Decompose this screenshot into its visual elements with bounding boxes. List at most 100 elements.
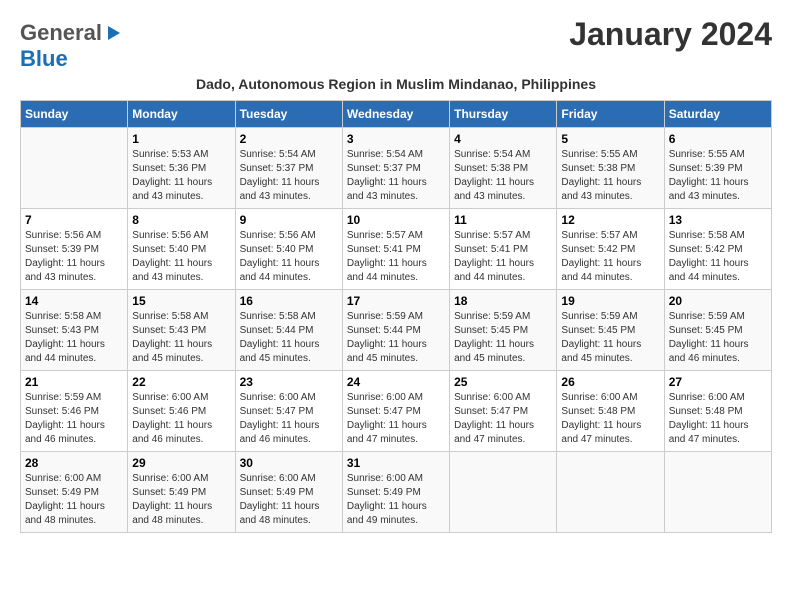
day-info: Sunrise: 6:00 AM Sunset: 5:49 PM Dayligh… [240,472,338,528]
day-number: 4 [454,132,552,146]
calendar-body: 1 Sunrise: 5:53 AM Sunset: 5:36 PM Daylig… [21,128,772,533]
day-number: 3 [347,132,445,146]
day-info: Sunrise: 6:00 AM Sunset: 5:47 PM Dayligh… [240,391,338,447]
day-number: 16 [240,294,338,308]
day-info: Sunrise: 5:59 AM Sunset: 5:45 PM Dayligh… [669,310,767,366]
logo: General Blue [20,20,122,72]
calendar-cell: 16 Sunrise: 5:58 AM Sunset: 5:44 PM Dayli… [235,290,342,371]
day-number: 6 [669,132,767,146]
calendar-cell: 23 Sunrise: 6:00 AM Sunset: 5:47 PM Dayli… [235,371,342,452]
day-number: 9 [240,213,338,227]
header-cell-sunday: Sunday [21,101,128,128]
day-number: 13 [669,213,767,227]
day-info: Sunrise: 5:58 AM Sunset: 5:42 PM Dayligh… [669,229,767,285]
day-info: Sunrise: 5:54 AM Sunset: 5:37 PM Dayligh… [240,148,338,204]
header-cell-tuesday: Tuesday [235,101,342,128]
day-info: Sunrise: 6:00 AM Sunset: 5:48 PM Dayligh… [561,391,659,447]
calendar-cell [450,452,557,533]
calendar-cell: 3 Sunrise: 5:54 AM Sunset: 5:37 PM Daylig… [342,128,449,209]
day-number: 22 [132,375,230,389]
day-info: Sunrise: 5:57 AM Sunset: 5:41 PM Dayligh… [347,229,445,285]
day-info: Sunrise: 6:00 AM Sunset: 5:47 PM Dayligh… [347,391,445,447]
calendar-cell: 15 Sunrise: 5:58 AM Sunset: 5:43 PM Dayli… [128,290,235,371]
calendar-week-2: 7Sunrise: 5:56 AM Sunset: 5:39 PM Daylig… [21,209,772,290]
day-number: 2 [240,132,338,146]
day-info: Sunrise: 5:58 AM Sunset: 5:43 PM Dayligh… [25,310,123,366]
day-info: Sunrise: 5:54 AM Sunset: 5:37 PM Dayligh… [347,148,445,204]
day-number: 24 [347,375,445,389]
month-title: January 2024 [569,16,772,53]
calendar-week-5: 28Sunrise: 6:00 AM Sunset: 5:49 PM Dayli… [21,452,772,533]
calendar-header-row: SundayMondayTuesdayWednesdayThursdayFrid… [21,101,772,128]
header: General Blue January 2024 [20,16,772,72]
day-number: 1 [132,132,230,146]
day-number: 20 [669,294,767,308]
day-info: Sunrise: 5:59 AM Sunset: 5:45 PM Dayligh… [454,310,552,366]
calendar-cell: 7Sunrise: 5:56 AM Sunset: 5:39 PM Daylig… [21,209,128,290]
day-info: Sunrise: 6:00 AM Sunset: 5:49 PM Dayligh… [132,472,230,528]
calendar-cell: 13 Sunrise: 5:58 AM Sunset: 5:42 PM Dayli… [664,209,771,290]
day-number: 11 [454,213,552,227]
day-info: Sunrise: 5:59 AM Sunset: 5:46 PM Dayligh… [25,391,123,447]
calendar-cell: 14Sunrise: 5:58 AM Sunset: 5:43 PM Dayli… [21,290,128,371]
day-info: Sunrise: 6:00 AM Sunset: 5:49 PM Dayligh… [347,472,445,528]
calendar-cell: 29 Sunrise: 6:00 AM Sunset: 5:49 PM Dayli… [128,452,235,533]
calendar-cell: 17Sunrise: 5:59 AM Sunset: 5:44 PM Dayli… [342,290,449,371]
day-number: 30 [240,456,338,470]
calendar-cell: 27 Sunrise: 6:00 AM Sunset: 5:48 PM Dayli… [664,371,771,452]
calendar-cell: 11Sunrise: 5:57 AM Sunset: 5:41 PM Dayli… [450,209,557,290]
day-info: Sunrise: 5:53 AM Sunset: 5:36 PM Dayligh… [132,148,230,204]
day-number: 23 [240,375,338,389]
calendar-cell [664,452,771,533]
day-number: 10 [347,213,445,227]
day-number: 26 [561,375,659,389]
header-cell-saturday: Saturday [664,101,771,128]
day-info: Sunrise: 5:54 AM Sunset: 5:38 PM Dayligh… [454,148,552,204]
calendar-cell: 24 Sunrise: 6:00 AM Sunset: 5:47 PM Dayli… [342,371,449,452]
calendar-cell: 12 Sunrise: 5:57 AM Sunset: 5:42 PM Dayli… [557,209,664,290]
day-info: Sunrise: 5:55 AM Sunset: 5:39 PM Dayligh… [669,148,767,204]
calendar-cell: 19Sunrise: 5:59 AM Sunset: 5:45 PM Dayli… [557,290,664,371]
day-number: 12 [561,213,659,227]
logo-icon [104,24,122,42]
calendar-cell: 20 Sunrise: 5:59 AM Sunset: 5:45 PM Dayli… [664,290,771,371]
calendar-cell [557,452,664,533]
day-number: 25 [454,375,552,389]
day-info: Sunrise: 6:00 AM Sunset: 5:49 PM Dayligh… [25,472,123,528]
day-info: Sunrise: 5:56 AM Sunset: 5:40 PM Dayligh… [240,229,338,285]
calendar-week-3: 14Sunrise: 5:58 AM Sunset: 5:43 PM Dayli… [21,290,772,371]
calendar-cell: 26 Sunrise: 6:00 AM Sunset: 5:48 PM Dayli… [557,371,664,452]
day-number: 29 [132,456,230,470]
calendar-cell: 8Sunrise: 5:56 AM Sunset: 5:40 PM Daylig… [128,209,235,290]
day-number: 5 [561,132,659,146]
calendar-cell: 18 Sunrise: 5:59 AM Sunset: 5:45 PM Dayli… [450,290,557,371]
calendar-cell: 22 Sunrise: 6:00 AM Sunset: 5:46 PM Dayli… [128,371,235,452]
calendar-cell: 30 Sunrise: 6:00 AM Sunset: 5:49 PM Dayli… [235,452,342,533]
calendar-table: SundayMondayTuesdayWednesdayThursdayFrid… [20,100,772,533]
calendar-week-4: 21 Sunrise: 5:59 AM Sunset: 5:46 PM Dayli… [21,371,772,452]
header-cell-friday: Friday [557,101,664,128]
calendar-cell: 25Sunrise: 6:00 AM Sunset: 5:47 PM Dayli… [450,371,557,452]
day-info: Sunrise: 5:58 AM Sunset: 5:44 PM Dayligh… [240,310,338,366]
day-info: Sunrise: 6:00 AM Sunset: 5:46 PM Dayligh… [132,391,230,447]
calendar-cell: 6 Sunrise: 5:55 AM Sunset: 5:39 PM Daylig… [664,128,771,209]
day-info: Sunrise: 5:57 AM Sunset: 5:42 PM Dayligh… [561,229,659,285]
day-number: 15 [132,294,230,308]
day-info: Sunrise: 5:59 AM Sunset: 5:44 PM Dayligh… [347,310,445,366]
day-info: Sunrise: 6:00 AM Sunset: 5:48 PM Dayligh… [669,391,767,447]
day-number: 27 [669,375,767,389]
day-number: 31 [347,456,445,470]
header-cell-monday: Monday [128,101,235,128]
calendar-cell [21,128,128,209]
logo-general: General [20,20,102,46]
day-number: 21 [25,375,123,389]
day-info: Sunrise: 5:56 AM Sunset: 5:39 PM Dayligh… [25,229,123,285]
day-number: 18 [454,294,552,308]
day-info: Sunrise: 5:59 AM Sunset: 5:45 PM Dayligh… [561,310,659,366]
calendar-cell: 5Sunrise: 5:55 AM Sunset: 5:38 PM Daylig… [557,128,664,209]
subtitle: Dado, Autonomous Region in Muslim Mindan… [20,76,772,92]
day-info: Sunrise: 5:56 AM Sunset: 5:40 PM Dayligh… [132,229,230,285]
calendar-cell: 31 Sunrise: 6:00 AM Sunset: 5:49 PM Dayli… [342,452,449,533]
day-info: Sunrise: 5:58 AM Sunset: 5:43 PM Dayligh… [132,310,230,366]
calendar-cell: 4 Sunrise: 5:54 AM Sunset: 5:38 PM Daylig… [450,128,557,209]
